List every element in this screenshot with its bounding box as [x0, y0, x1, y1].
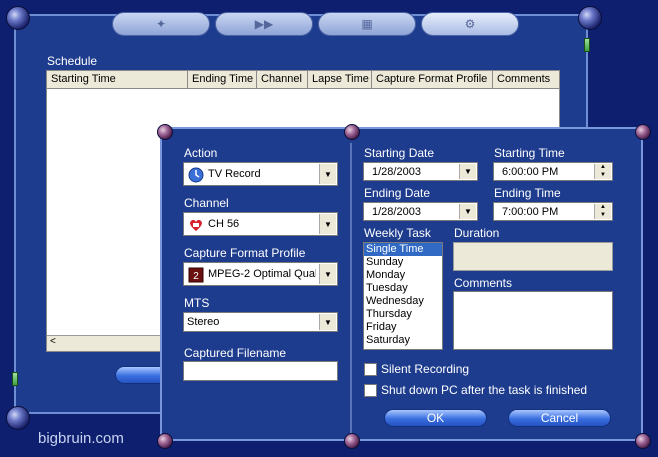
cancel-button[interactable]: Cancel — [508, 409, 611, 427]
playback-tab[interactable]: ▶▶ — [215, 12, 313, 36]
channel-select[interactable]: CH 56 ▼ — [183, 212, 338, 236]
corner-knob-icon — [6, 6, 30, 30]
settings-tab[interactable]: ⚙ — [421, 12, 519, 36]
table-header: Starting Time Ending Time Channel Lapse … — [47, 71, 559, 89]
settings-icon: ⚙ — [464, 17, 476, 31]
list-item[interactable]: Single Time — [364, 243, 442, 256]
action-value: TV Record — [208, 168, 261, 180]
tv-tab[interactable]: ✦ — [112, 12, 210, 36]
ending-time-input[interactable]: 7:00:00 PM ▲ ▼ — [493, 202, 613, 221]
tv-heart-icon — [188, 217, 204, 233]
spin-down-icon[interactable]: ▼ — [595, 212, 611, 220]
corner-knob-icon — [157, 124, 173, 140]
tv-icon: ✦ — [155, 17, 167, 31]
captured-filename-input[interactable] — [183, 361, 338, 381]
comments-label: Comments — [454, 276, 513, 290]
schedule-label: Schedule — [47, 54, 98, 68]
corner-knob-icon — [6, 406, 30, 430]
starting-time-input[interactable]: 6:00:00 PM ▲ ▼ — [493, 162, 613, 181]
schedule-icon: ▦ — [361, 17, 373, 31]
list-item[interactable]: Monday — [364, 269, 442, 282]
channel-label: Channel — [184, 196, 229, 210]
list-item[interactable]: Wednesday — [364, 295, 442, 308]
mts-value: Stereo — [187, 316, 220, 328]
duration-label: Duration — [454, 226, 500, 240]
silent-recording-checkbox[interactable] — [364, 363, 377, 376]
duration-field — [453, 242, 613, 271]
column-starting-time[interactable]: Starting Time — [47, 71, 188, 88]
ending-time-value: 7:00:00 PM — [502, 206, 559, 218]
shutdown-checkbox[interactable] — [364, 384, 377, 397]
shutdown-label: Shut down PC after the task is finished — [381, 383, 588, 397]
list-item[interactable]: Friday — [364, 321, 442, 334]
chevron-down-icon[interactable]: ▼ — [319, 314, 336, 330]
capture-profile-value: MPEG-2 Optimal Quality — [208, 268, 316, 280]
starting-date-value: 1/28/2003 — [372, 166, 421, 178]
spin-down-icon[interactable]: ▼ — [595, 172, 611, 180]
captured-filename-label: Captured Filename — [184, 346, 287, 360]
list-item[interactable]: Tuesday — [364, 282, 442, 295]
ending-date-value: 1/28/2003 — [372, 206, 421, 218]
spin-up-icon[interactable]: ▲ — [595, 204, 611, 212]
chevron-down-icon[interactable]: ▼ — [459, 164, 476, 179]
channel-value: CH 56 — [208, 218, 240, 230]
scroll-left-icon[interactable]: < — [50, 336, 56, 347]
capture-profile-label: Capture Format Profile — [184, 246, 306, 260]
corner-knob-icon — [635, 433, 651, 449]
column-lapse-time[interactable]: Lapse Time — [308, 71, 372, 88]
mts-select[interactable]: Stereo ▼ — [183, 312, 338, 332]
column-channel[interactable]: Channel — [257, 71, 308, 88]
chevron-down-icon[interactable]: ▼ — [319, 214, 336, 234]
ending-time-label: Ending Time — [494, 186, 561, 200]
corner-knob-icon — [157, 433, 173, 449]
ending-date-picker[interactable]: 1/28/2003 ▼ — [363, 202, 478, 221]
starting-date-picker[interactable]: 1/28/2003 ▼ — [363, 162, 478, 181]
starting-time-value: 6:00:00 PM — [502, 166, 559, 178]
chevron-down-icon[interactable]: ▼ — [459, 204, 476, 219]
column-comments[interactable]: Comments — [493, 71, 559, 88]
list-item[interactable]: Saturday — [364, 334, 442, 347]
corner-knob-icon — [578, 6, 602, 30]
starting-time-label: Starting Time — [494, 146, 565, 160]
svg-text:2: 2 — [193, 271, 199, 282]
silent-recording-label: Silent Recording — [381, 362, 470, 376]
capture-profile-select[interactable]: 2 MPEG-2 Optimal Quality ▼ — [183, 262, 338, 286]
playback-icon: ▶▶ — [254, 17, 274, 31]
schedule-tab[interactable]: ▦ — [318, 12, 416, 36]
corner-knob-icon — [344, 433, 360, 449]
column-ending-time[interactable]: Ending Time — [188, 71, 257, 88]
resize-handle[interactable] — [12, 372, 18, 386]
ending-date-label: Ending Date — [364, 186, 431, 200]
corner-knob-icon — [344, 124, 360, 140]
action-label: Action — [184, 146, 218, 160]
spin-up-icon[interactable]: ▲ — [595, 164, 611, 172]
corner-knob-icon — [635, 124, 651, 140]
resize-handle[interactable] — [584, 38, 590, 52]
comments-textarea[interactable] — [453, 291, 613, 350]
list-item[interactable]: Sunday — [364, 256, 442, 269]
ok-button[interactable]: OK — [384, 409, 487, 427]
list-item[interactable]: Thursday — [364, 308, 442, 321]
film-icon: 2 — [188, 267, 204, 283]
time-spinner[interactable]: ▲ ▼ — [594, 164, 611, 179]
time-spinner[interactable]: ▲ ▼ — [594, 204, 611, 219]
weekly-task-list[interactable]: Single Time Sunday Monday Tuesday Wednes… — [363, 242, 443, 350]
chevron-down-icon[interactable]: ▼ — [319, 264, 336, 284]
chevron-down-icon[interactable]: ▼ — [319, 164, 336, 184]
mts-label: MTS — [184, 296, 210, 310]
clock-icon — [188, 167, 204, 183]
action-select[interactable]: TV Record ▼ — [183, 162, 338, 186]
watermark: bigbruin.com — [38, 430, 124, 447]
column-capture-format-profile[interactable]: Capture Format Profile — [372, 71, 493, 88]
dialog-divider — [350, 143, 352, 433]
weekly-task-label: Weekly Task — [364, 226, 431, 240]
starting-date-label: Starting Date — [364, 146, 435, 160]
